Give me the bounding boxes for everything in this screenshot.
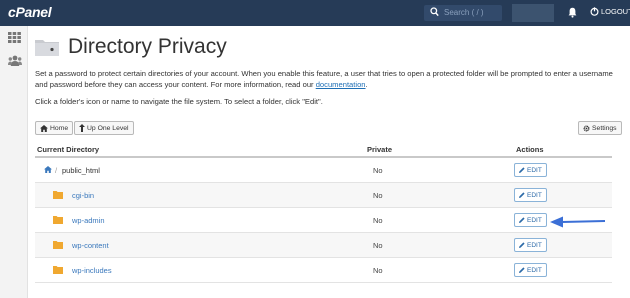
users-icon[interactable] [8, 55, 22, 66]
pencil-icon [519, 242, 525, 248]
logout-label: LOGOUT [601, 7, 630, 16]
edit-label: EDIT [527, 266, 542, 274]
table-header: Current Directory Private Actions [35, 142, 612, 158]
header-actions: Actions [516, 145, 544, 154]
page-description: Set a password to protect certain direct… [35, 69, 615, 90]
directory-privacy-icon [35, 40, 59, 56]
table-row-current: / public_html No EDIT [35, 158, 612, 183]
table-row: wp-includes No EDIT [35, 258, 612, 283]
bell-icon[interactable] [568, 7, 577, 18]
header-current-directory: Current Directory [37, 145, 100, 154]
table-row: wp-admin No EDIT [35, 208, 612, 233]
folder-name-link[interactable]: wp-includes [72, 266, 112, 275]
edit-label: EDIT [527, 191, 542, 199]
up-one-level-label: Up One Level [87, 124, 129, 132]
edit-label: EDIT [527, 241, 542, 249]
edit-button[interactable]: EDIT [514, 213, 547, 227]
edit-label: EDIT [527, 166, 542, 174]
header-private: Private [367, 145, 393, 154]
sidebar [0, 26, 28, 298]
pencil-icon [519, 167, 525, 173]
table-row: cgi-bin No EDIT [35, 183, 612, 208]
path-separator: / [55, 166, 58, 175]
private-status: No [373, 241, 383, 250]
logout-button[interactable]: LOGOUT [590, 7, 630, 16]
user-menu[interactable] [512, 4, 554, 22]
current-directory-name: public_html [62, 166, 100, 175]
grid-icon[interactable] [8, 32, 21, 43]
edit-button[interactable]: EDIT [514, 163, 547, 177]
page-title: Directory Privacy [68, 35, 227, 58]
folder-name-link[interactable]: wp-content [72, 241, 109, 250]
cpanel-logo[interactable]: cPanel [8, 4, 52, 20]
table-row: wp-content No EDIT [35, 233, 612, 258]
home-button-label: Home [50, 124, 69, 132]
search-box[interactable]: Search ( / ) [424, 5, 502, 21]
directory-table: Current Directory Private Actions / publ… [35, 142, 612, 283]
private-status: No [373, 191, 383, 200]
folder-icon[interactable] [53, 265, 63, 274]
navigation-hint: Click a folder's icon or name to navigat… [35, 97, 323, 106]
settings-label: Settings [592, 124, 617, 132]
edit-button[interactable]: EDIT [514, 263, 547, 277]
settings-button[interactable]: Settings [578, 121, 622, 135]
edit-button[interactable]: EDIT [514, 238, 547, 252]
logout-icon [590, 7, 599, 16]
private-status: No [373, 216, 383, 225]
edit-label: EDIT [527, 216, 542, 224]
annotation-arrow [550, 216, 606, 228]
pencil-icon [519, 192, 525, 198]
folder-icon[interactable] [53, 240, 63, 249]
search-icon [430, 7, 439, 17]
level-up-icon [79, 124, 85, 132]
description-end: . [365, 79, 368, 89]
edit-button[interactable]: EDIT [514, 188, 547, 202]
documentation-link[interactable]: documentation [316, 80, 366, 89]
home-button[interactable]: Home [35, 121, 74, 135]
pencil-icon [519, 217, 525, 223]
folder-icon[interactable] [53, 215, 63, 224]
folder-name-link[interactable]: wp-admin [72, 216, 105, 225]
gear-icon [583, 125, 590, 131]
up-one-level-button[interactable]: Up One Level [74, 121, 134, 135]
folder-icon[interactable] [53, 190, 63, 199]
folder-name-link[interactable]: cgi-bin [72, 191, 94, 200]
home-icon [40, 124, 48, 132]
pencil-icon [519, 267, 525, 273]
current-private-status: No [373, 166, 383, 175]
page-header: Directory Privacy [35, 35, 227, 59]
top-bar: cPanel Search ( / ) LOGOUT [0, 0, 630, 26]
search-input[interactable]: Search ( / ) [444, 8, 484, 17]
home-icon[interactable] [44, 166, 52, 173]
private-status: No [373, 266, 383, 275]
